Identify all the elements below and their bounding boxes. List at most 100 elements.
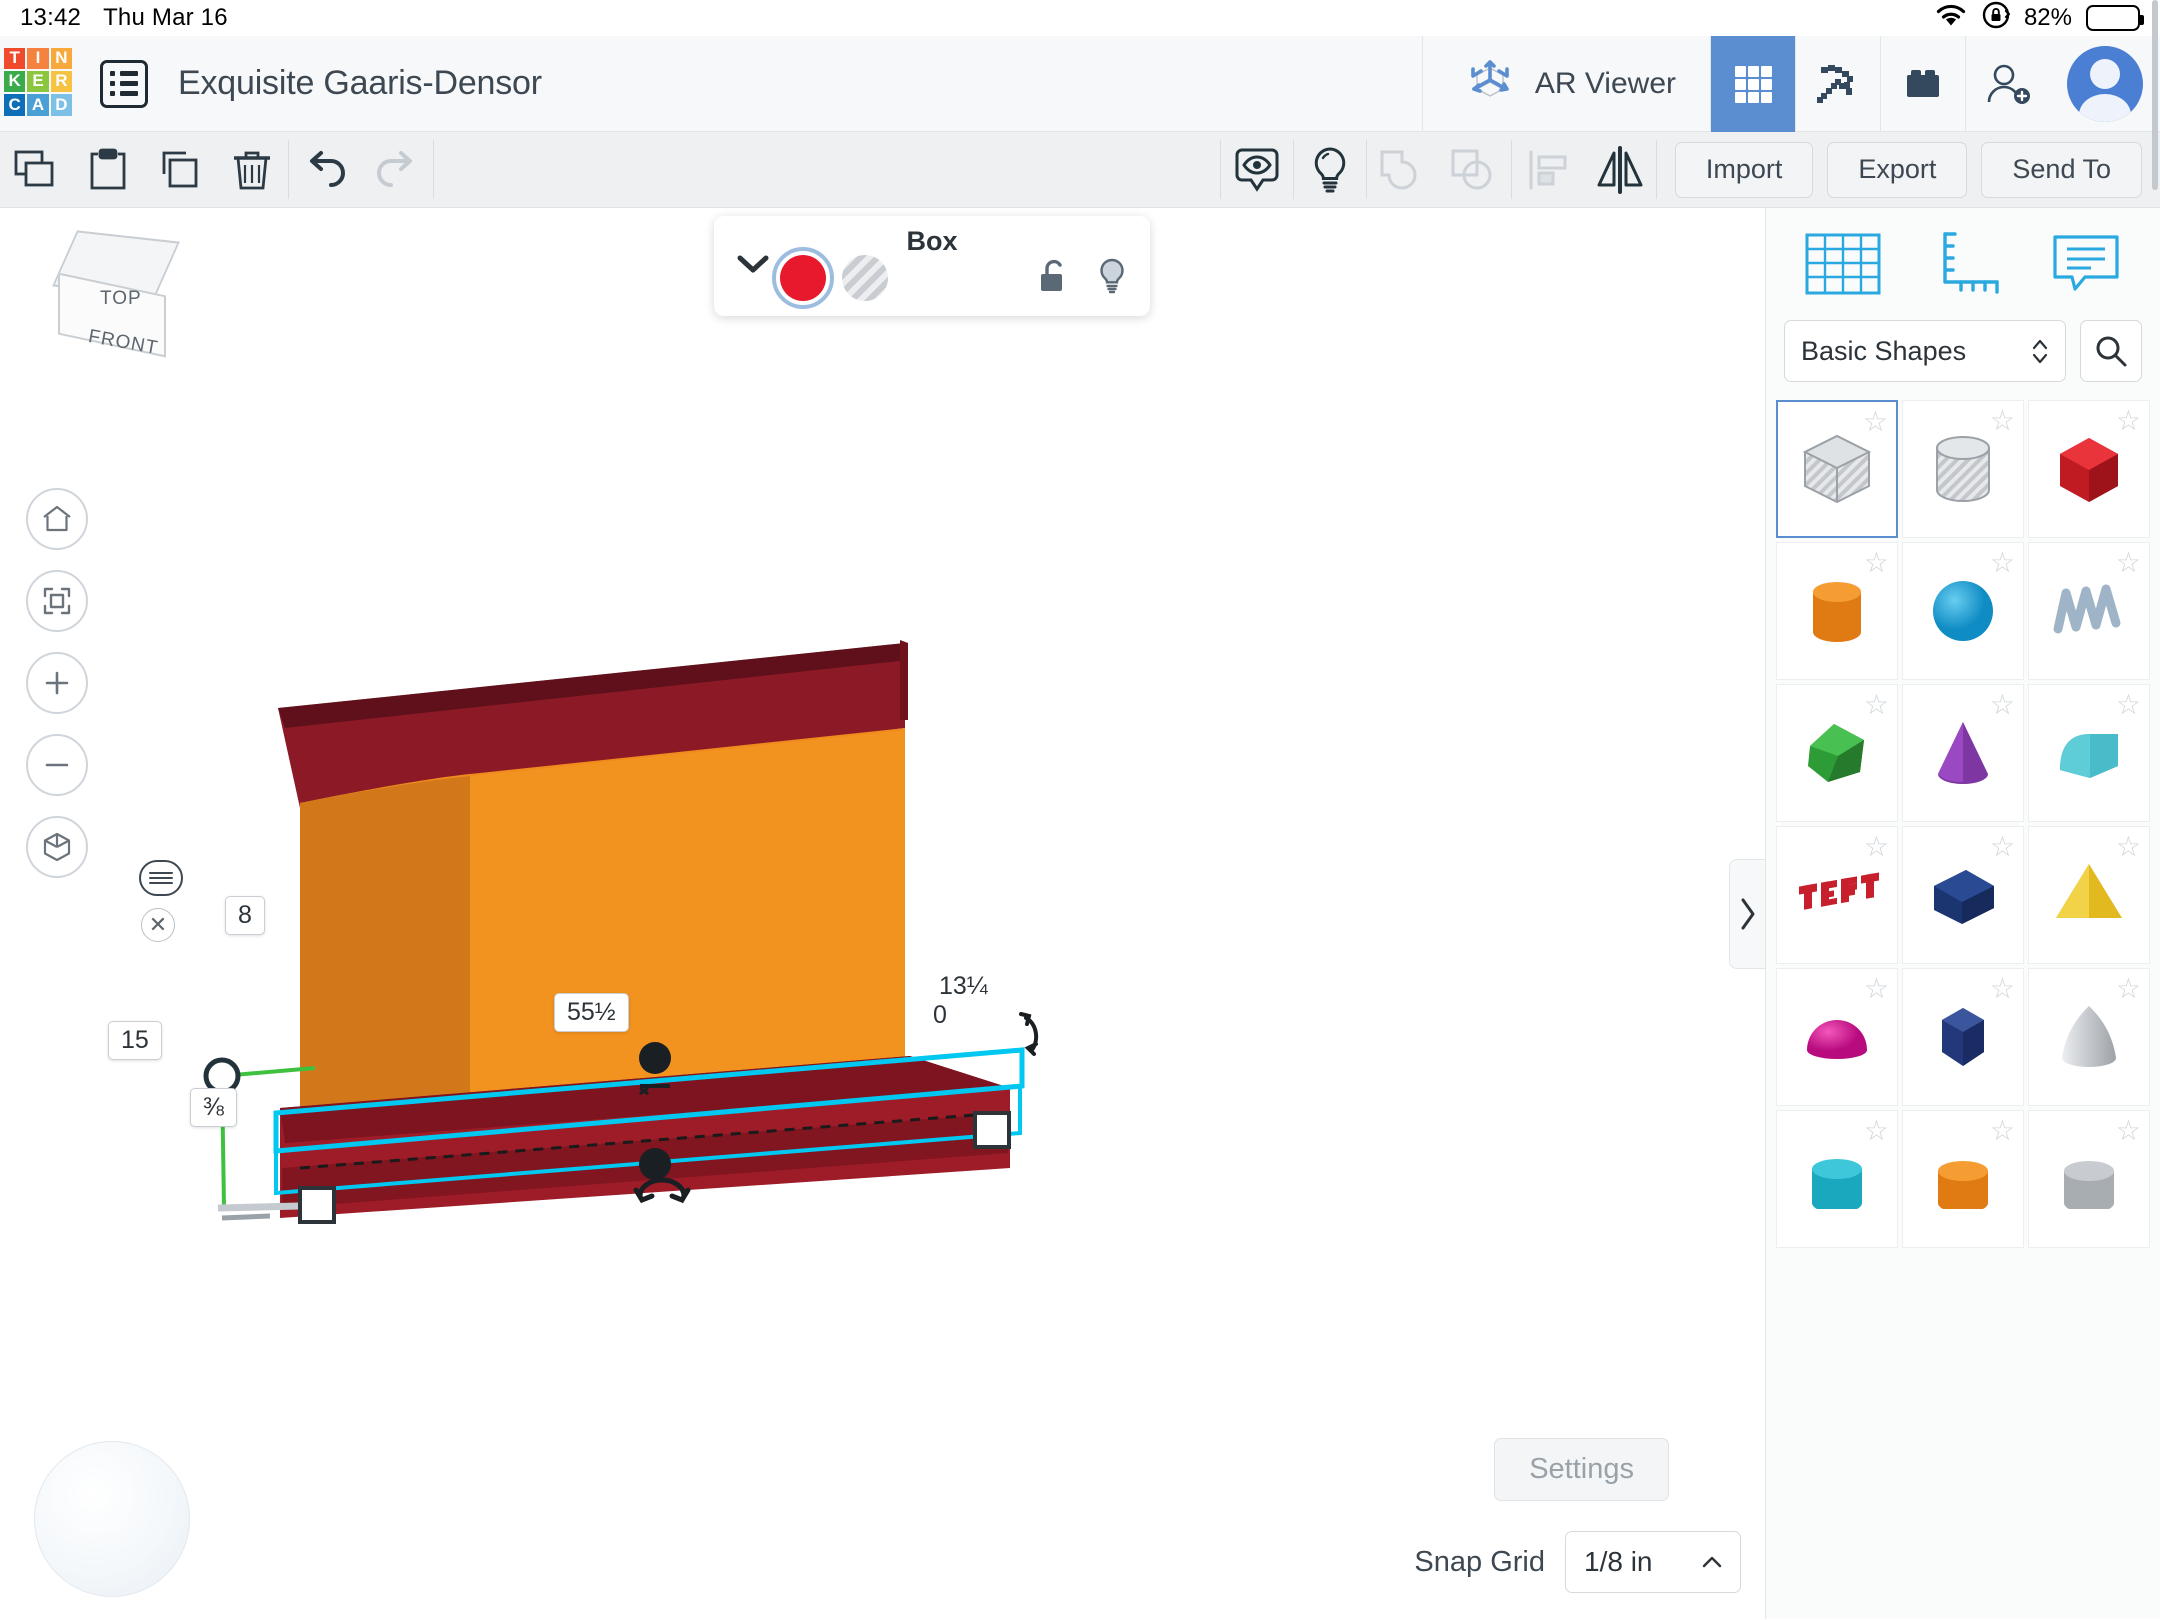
orange-cylinder-shape[interactable]: ☆ <box>1776 542 1898 680</box>
favorite-star-icon[interactable]: ☆ <box>1990 833 2015 861</box>
dimension-length[interactable]: 55½ <box>554 993 629 1032</box>
settings-button[interactable]: Settings <box>1494 1438 1669 1501</box>
trash-icon[interactable] <box>216 132 288 207</box>
shapes-scrollbar[interactable] <box>2152 0 2158 190</box>
undo-arrow-icon[interactable] <box>289 132 361 207</box>
dimension-height-offset[interactable]: 0 <box>933 1001 947 1030</box>
blue-sphere-shape[interactable]: ☆ <box>1902 542 2024 680</box>
ar-cube-icon <box>1463 54 1517 113</box>
eye-bubble-icon[interactable] <box>1221 132 1293 207</box>
magenta-dome-shape[interactable]: ☆ <box>1776 968 1898 1106</box>
mirror-icon[interactable] <box>1584 132 1656 207</box>
favorite-star-icon[interactable]: ☆ <box>2116 1117 2141 1145</box>
copy-button[interactable] <box>0 132 72 207</box>
snap-grid-select[interactable]: 1/8 in <box>1565 1531 1741 1593</box>
tab-notes[interactable] <box>2049 231 2123 297</box>
favorite-star-icon[interactable]: ☆ <box>1864 549 1889 577</box>
favorite-star-icon[interactable]: ☆ <box>1990 407 2015 435</box>
tab-shapes-grid[interactable] <box>1803 231 1883 297</box>
document-list-icon[interactable] <box>100 60 148 108</box>
favorite-star-icon[interactable]: ☆ <box>1864 691 1889 719</box>
ruler-dimension-side[interactable]: 15 <box>108 1021 162 1060</box>
favorite-star-icon[interactable]: ☆ <box>1864 975 1889 1003</box>
export-button[interactable]: Export <box>1827 142 1967 198</box>
favorite-star-icon[interactable]: ☆ <box>2116 549 2141 577</box>
send-to-button[interactable]: Send To <box>1981 142 2142 198</box>
paste-button[interactable] <box>72 132 144 207</box>
logo-tile: N <box>51 48 72 69</box>
favorite-star-icon[interactable]: ☆ <box>2116 407 2141 435</box>
favorite-star-icon[interactable]: ☆ <box>1990 549 2015 577</box>
import-button[interactable]: Import <box>1675 142 1814 198</box>
navy-hexagon-shape[interactable]: ☆ <box>1902 968 2024 1106</box>
cyan-partial-shape[interactable]: ☆ <box>1776 1110 1898 1248</box>
teal-roof-shape[interactable]: ☆ <box>2028 684 2150 822</box>
red-box-shape[interactable]: ☆ <box>2028 400 2150 538</box>
yellow-pyramid-shape[interactable]: ☆ <box>2028 826 2150 964</box>
minecraft-pickaxe-icon[interactable] <box>1796 36 1880 132</box>
scribble-shape[interactable]: ☆ <box>2028 542 2150 680</box>
cylinder-shape[interactable]: ☆ <box>1902 400 2024 538</box>
green-polygon-shape[interactable]: ☆ <box>1776 684 1898 822</box>
shape-category-select[interactable]: Basic Shapes <box>1784 320 2066 382</box>
favorite-star-icon[interactable]: ☆ <box>2116 833 2141 861</box>
ruler-dimension-bottom[interactable]: ⅜ <box>190 1088 237 1127</box>
favorite-star-icon[interactable]: ☆ <box>1864 833 1889 861</box>
tab-ruler[interactable] <box>1929 230 2003 298</box>
solid-color-swatch[interactable] <box>780 255 826 301</box>
shapes-sidebar: Basic Shapes ☆ ☆ <box>1765 208 2160 1619</box>
close-x-icon[interactable]: ✕ <box>141 908 175 942</box>
ar-viewer-button[interactable]: AR Viewer <box>1423 36 1710 132</box>
search-icon[interactable] <box>2080 320 2142 382</box>
logo-tile: K <box>4 71 25 92</box>
favorite-star-icon[interactable]: ☆ <box>2116 975 2141 1003</box>
duplicate-button[interactable] <box>144 132 216 207</box>
note-lines-icon[interactable] <box>139 860 183 896</box>
shapes-grid: ☆ ☆ ☆ <box>1766 400 2160 1619</box>
app-header: T I N K E R C A D Exquisite Gaaris-Denso… <box>0 36 2160 132</box>
purple-cone-shape[interactable]: ☆ <box>1902 684 2024 822</box>
unlock-icon[interactable] <box>1036 257 1070 300</box>
battery-percent: 82% <box>2024 4 2072 32</box>
favorite-star-icon[interactable]: ☆ <box>1990 691 2015 719</box>
logo-tile: I <box>27 48 48 69</box>
status-time: 13:42 <box>20 4 81 32</box>
user-avatar[interactable] <box>2050 36 2160 132</box>
workplane-canvas[interactable]: TOP FRONT <box>0 208 1765 1619</box>
shape-properties-panel[interactable]: Box <box>714 216 1150 316</box>
lightbulb-icon[interactable] <box>1294 132 1366 207</box>
snap-grid-label: Snap Grid <box>1414 1546 1545 1579</box>
favorite-star-icon[interactable]: ☆ <box>1990 975 2015 1003</box>
lego-brick-icon[interactable] <box>1881 36 1965 132</box>
lightbulb-icon[interactable] <box>1096 257 1128 300</box>
panel-collapse-handle[interactable] <box>1729 859 1765 969</box>
page-title[interactable]: Exquisite Gaaris-Densor <box>178 64 542 103</box>
favorite-star-icon[interactable]: ☆ <box>2116 691 2141 719</box>
ar-viewer-label: AR Viewer <box>1535 67 1676 101</box>
favorite-star-icon[interactable]: ☆ <box>1990 1117 2015 1145</box>
chevron-up-icon <box>1702 1556 1722 1569</box>
gray-paraboloid-shape[interactable]: ☆ <box>2028 968 2150 1106</box>
shape-name-label: Box <box>714 226 1150 257</box>
navy-wedge-shape[interactable]: ☆ <box>1902 826 2024 964</box>
hole-swatch[interactable] <box>842 255 888 301</box>
rotation-lock-icon <box>1982 1 2010 36</box>
dimension-width[interactable]: 13¼ <box>939 972 988 1001</box>
shape-category-value: Basic Shapes <box>1801 336 1966 367</box>
updown-chevron-icon <box>2031 336 2049 366</box>
ruler-dimension-top[interactable]: 8 <box>225 896 265 935</box>
favorite-star-icon[interactable]: ☆ <box>1864 1117 1889 1145</box>
box-shape[interactable]: ☆ <box>1776 400 1898 538</box>
tinkercad-logo[interactable]: T I N K E R C A D <box>4 48 72 116</box>
shape-category-row: Basic Shapes <box>1766 320 2160 400</box>
orange-partial-shape[interactable]: ☆ <box>1902 1110 2024 1248</box>
logo-tile: A <box>27 94 48 115</box>
text-shape[interactable]: ☆ <box>1776 826 1898 964</box>
orbit-navigation-ball[interactable] <box>34 1441 190 1597</box>
status-date: Thu Mar 16 <box>103 4 228 32</box>
logo-tile: C <box>4 94 25 115</box>
add-user-icon[interactable] <box>1966 36 2050 132</box>
gray-partial-shape[interactable]: ☆ <box>2028 1110 2150 1248</box>
favorite-star-icon[interactable]: ☆ <box>1863 408 1888 436</box>
blocks-grid-icon[interactable] <box>1711 36 1795 132</box>
